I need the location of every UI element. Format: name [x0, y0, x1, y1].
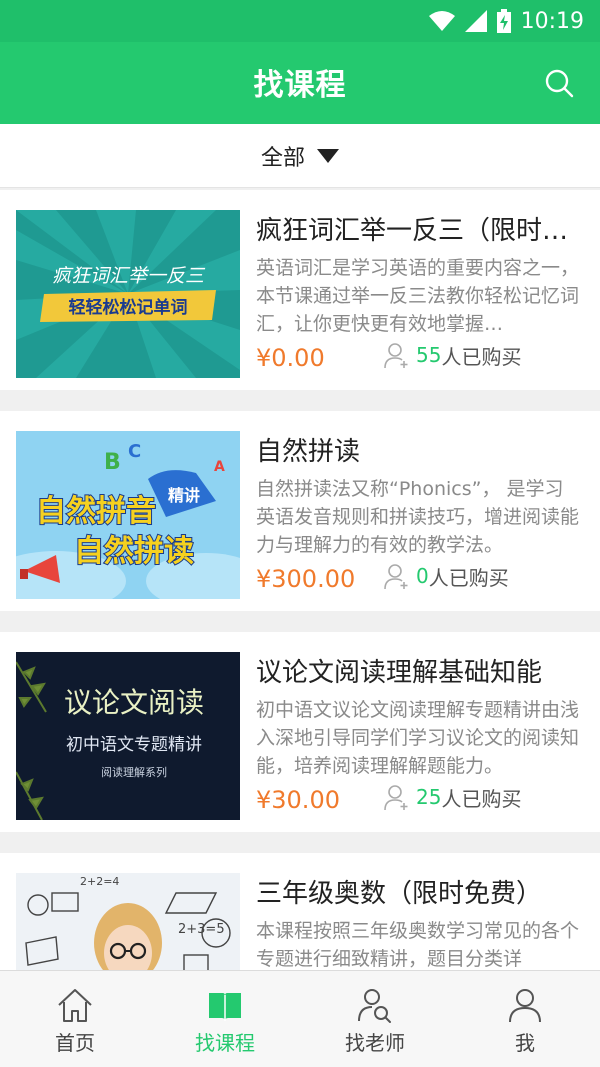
buyers-label: 人已购买: [441, 786, 522, 811]
thumbnail-subtext: 初中语文专题精讲: [66, 735, 202, 755]
thumbnail-subtext: 2+3=5: [178, 922, 225, 937]
course-title: 自然拼读: [256, 437, 361, 467]
course-title: 三年级奥数（限时免费）: [256, 879, 543, 909]
course-thumbnail: 议论文阅读 初中语文专题精讲 阅读理解系列: [16, 652, 240, 820]
tab-label: 找老师: [345, 1031, 405, 1055]
course-card[interactable]: 议论文阅读 初中语文专题精讲 阅读理解系列 议论文阅读理解基础知能 初中语文议论…: [0, 632, 600, 832]
filter-label: 全部: [260, 145, 305, 171]
svg-text:B: B: [104, 450, 121, 475]
signal-icon: [464, 10, 487, 32]
person-add-icon: [384, 564, 408, 590]
buyers-info: 0 人已购买: [384, 559, 509, 593]
thumbnail-subtext: 自然拼读: [74, 534, 194, 569]
course-card[interactable]: B C A 精讲 自然拼音 自然拼读 自然拼读 自然拼读法又称“Phonics”…: [0, 411, 600, 611]
course-price: ¥30.00: [256, 786, 340, 814]
search-icon: [545, 69, 574, 98]
status-bar: 10:19: [0, 0, 600, 42]
thumbnail-text: 自然拼音: [36, 494, 156, 529]
course-price: ¥300.00: [256, 565, 356, 593]
course-description: 英语词汇是学习英语的重要内容之一，本节课通过举一反三法教你轻松记忆词汇，让你更快…: [256, 257, 580, 335]
status-time: 10:19: [520, 8, 584, 34]
tab-home[interactable]: 首页: [0, 971, 150, 1067]
triangle-down-icon: [317, 148, 339, 163]
tab-find-teacher[interactable]: 找老师: [300, 971, 450, 1067]
buyers-count: 55: [416, 343, 442, 367]
buyers-count: 0: [416, 564, 429, 588]
course-title: 疯狂词汇举一反三（限时免费）: [256, 216, 586, 246]
tab-label: 找课程: [195, 1031, 255, 1055]
thumbnail-caption: 阅读理解系列: [101, 765, 167, 779]
course-thumbnail: 疯狂词汇举一反三 轻轻松松记单词: [16, 210, 240, 378]
app-bar: 找课程: [0, 42, 600, 124]
buyers-info: 55 人已购买: [384, 338, 521, 372]
course-description: 自然拼读法又称“Phonics”， 是学习英语发音规则和拼读技巧，增进阅读能力与…: [256, 478, 580, 556]
tab-label: 我: [515, 1031, 535, 1055]
category-filter[interactable]: 全部: [0, 124, 600, 188]
svg-text:C: C: [128, 441, 141, 462]
bottom-tab-bar: 首页 找课程 找老师 我: [0, 970, 600, 1067]
thumbnail-text: 2+2=4: [80, 875, 119, 888]
home-icon: [58, 989, 92, 1022]
teacher-search-icon: [358, 989, 391, 1023]
book-icon: [209, 993, 241, 1021]
person-add-icon: [384, 785, 408, 811]
thumbnail-text: 议论文阅读: [64, 686, 204, 719]
status-icons: 10:19: [428, 6, 584, 36]
search-button[interactable]: [536, 60, 582, 106]
svg-text:A: A: [214, 459, 225, 475]
battery-charging-icon: [496, 9, 511, 33]
buyers-count: 25: [416, 785, 442, 809]
user-icon: [509, 989, 541, 1023]
page-title: 找课程: [253, 68, 347, 103]
course-thumbnail: B C A 精讲 自然拼音 自然拼读: [16, 431, 240, 599]
tab-me[interactable]: 我: [450, 971, 600, 1067]
thumbnail-text: 疯狂词汇举一反三: [52, 265, 206, 287]
course-card[interactable]: 疯狂词汇举一反三 轻轻松松记单词 疯狂词汇举一反三（限时免费） 英语词汇是学习英…: [0, 190, 600, 390]
tab-find-course[interactable]: 找课程: [150, 971, 300, 1067]
course-title: 议论文阅读理解基础知能: [256, 658, 543, 688]
thumbnail-tag: 精讲: [168, 486, 200, 505]
tab-label: 首页: [55, 1031, 95, 1055]
thumbnail-subtext: 轻轻松松记单词: [69, 297, 188, 318]
buyers-info: 25 人已购买: [384, 780, 521, 814]
buyers-label: 人已购买: [428, 565, 509, 590]
course-price: ¥0.00: [256, 344, 325, 372]
person-add-icon: [384, 343, 408, 369]
wifi-icon: [428, 11, 455, 31]
buyers-label: 人已购买: [441, 344, 522, 369]
course-description: 初中语文议论文阅读理解专题精讲由浅入深地引导同学们学习议论文的阅读知能，培养阅读…: [256, 699, 580, 777]
